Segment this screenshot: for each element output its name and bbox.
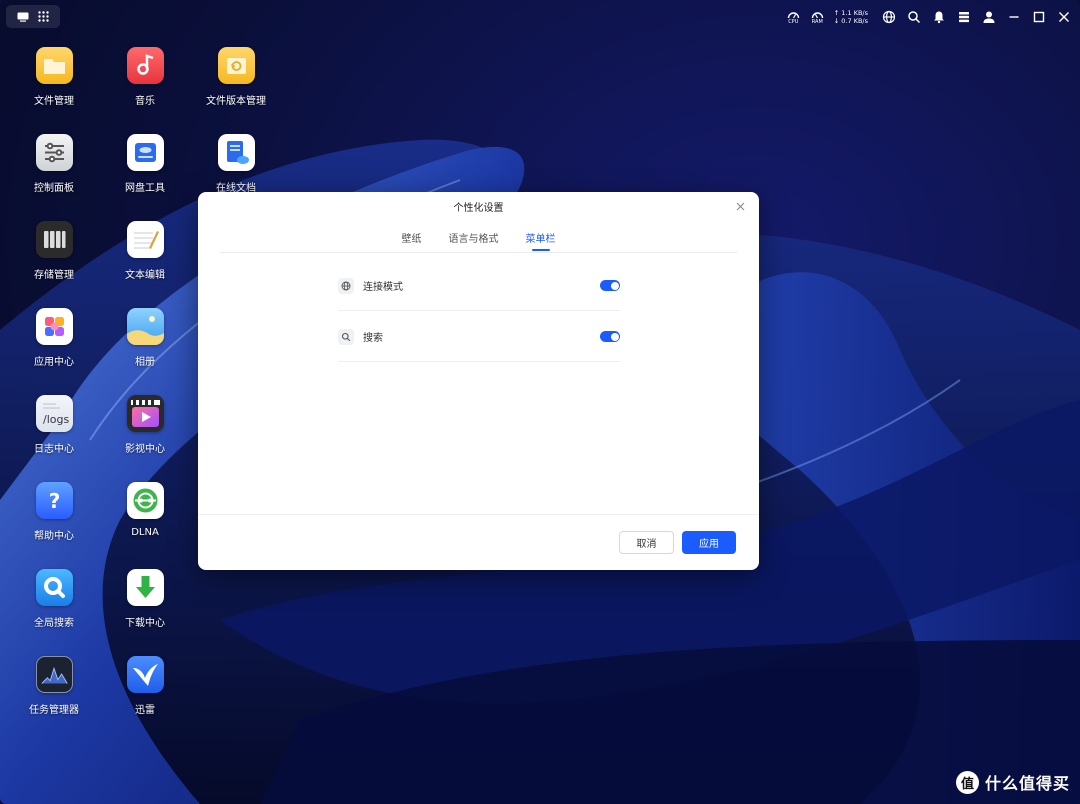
storage-icon bbox=[35, 221, 73, 258]
cpu-label: CPU bbox=[788, 18, 799, 25]
cpu-gauge-icon bbox=[787, 11, 799, 18]
bell-icon[interactable] bbox=[931, 9, 947, 25]
cancel-button[interactable]: 取消 bbox=[619, 531, 674, 554]
logs-icon-text: /logs bbox=[43, 413, 69, 426]
app-label: 文件管理 bbox=[34, 96, 74, 107]
dialog-tabs: 壁纸 语言与格式 菜单栏 bbox=[198, 230, 759, 252]
dialog-title: 个性化设置 bbox=[453, 202, 504, 214]
file-version-icon bbox=[217, 47, 255, 84]
tab-menu-bar[interactable]: 菜单栏 bbox=[526, 230, 556, 252]
online-doc-icon bbox=[217, 134, 255, 171]
user-icon[interactable] bbox=[981, 9, 997, 25]
thunder-icon bbox=[126, 656, 164, 693]
video-center-icon bbox=[126, 395, 164, 432]
app-label: 文件版本管理 bbox=[206, 96, 266, 107]
desktop-app-video-center[interactable]: 影视中心 bbox=[103, 395, 187, 455]
desktop-app-control-panel[interactable]: 控制面板 bbox=[12, 134, 96, 194]
app-label: 下载中心 bbox=[125, 618, 165, 629]
app-label: 应用中心 bbox=[34, 357, 74, 368]
app-label: 音乐 bbox=[135, 96, 155, 107]
help-icon-text: ? bbox=[48, 489, 60, 513]
ram-gauge-icon bbox=[811, 11, 823, 18]
photo-album-icon bbox=[126, 308, 164, 345]
tab-wallpaper[interactable]: 壁纸 bbox=[402, 230, 422, 252]
setting-label: 搜索 bbox=[363, 333, 383, 344]
maximize-icon[interactable] bbox=[1031, 9, 1047, 25]
text-editor-icon bbox=[126, 221, 164, 258]
desktop-app-online-doc[interactable]: 在线文档 bbox=[194, 134, 278, 194]
desktop-app-thunder[interactable]: 迅雷 bbox=[103, 656, 187, 716]
app-label: 控制面板 bbox=[34, 183, 74, 194]
control-panel-icon bbox=[35, 134, 73, 171]
ram-label: RAM bbox=[811, 18, 823, 25]
desktop-app-dlna[interactable]: DLNA bbox=[103, 482, 187, 538]
ram-meter[interactable]: RAM bbox=[810, 10, 825, 25]
setting-label: 连接模式 bbox=[363, 282, 403, 293]
system-tray: CPU RAM ↑ 1.1 KB/s ↓ 0.7 KB/s bbox=[786, 6, 1072, 28]
app-label: 任务管理器 bbox=[29, 705, 79, 716]
desktop-app-download-center[interactable]: 下载中心 bbox=[103, 569, 187, 629]
dialog-close-icon[interactable] bbox=[733, 199, 747, 213]
desktop-app-storage[interactable]: 存储管理 bbox=[12, 221, 96, 281]
app-label: 文本编辑 bbox=[125, 270, 165, 281]
desktop-app-app-center[interactable]: 应用中心 bbox=[12, 308, 96, 368]
help-icon: ? bbox=[35, 482, 73, 519]
task-manager-icon bbox=[35, 656, 73, 693]
close-window-icon[interactable] bbox=[1056, 9, 1072, 25]
desktop-app-music[interactable]: 音乐 bbox=[103, 47, 187, 107]
watermark: 值 什么值得买 bbox=[955, 770, 1070, 794]
desktop-app-file-version[interactable]: 文件版本管理 bbox=[194, 47, 278, 107]
search-icon bbox=[338, 328, 354, 345]
music-icon bbox=[126, 47, 164, 84]
app-label: 影视中心 bbox=[125, 444, 165, 455]
globe-icon[interactable] bbox=[881, 9, 897, 25]
desktop-app-logs[interactable]: /logs 日志中心 bbox=[12, 395, 96, 455]
desktop-app-cloud-drive[interactable]: 网盘工具 bbox=[103, 134, 187, 194]
cpu-meter[interactable]: CPU bbox=[786, 10, 801, 25]
search-toggle[interactable] bbox=[600, 331, 620, 342]
watermark-logo-icon: 值 bbox=[955, 770, 979, 794]
desktop-app-file-manager[interactable]: 文件管理 bbox=[12, 47, 96, 107]
desktop-app-photo-album[interactable]: 相册 bbox=[103, 308, 187, 368]
cloud-drive-icon bbox=[126, 134, 164, 171]
tabs-divider bbox=[220, 252, 737, 253]
globe-icon bbox=[338, 277, 354, 294]
app-label: 迅雷 bbox=[135, 705, 155, 716]
app-label: 日志中心 bbox=[34, 444, 74, 455]
connection-mode-toggle[interactable] bbox=[600, 280, 620, 291]
folder-icon bbox=[35, 47, 73, 84]
app-label: 全局搜索 bbox=[34, 618, 74, 629]
global-search-icon bbox=[35, 569, 73, 606]
network-speed[interactable]: ↑ 1.1 KB/s ↓ 0.7 KB/s bbox=[834, 9, 868, 25]
show-desktop-icon[interactable] bbox=[17, 7, 29, 26]
desktop-app-global-search[interactable]: 全局搜索 bbox=[12, 569, 96, 629]
setting-row-connection-mode: 连接模式 bbox=[338, 261, 620, 311]
desktop-app-help[interactable]: ? 帮助中心 bbox=[12, 482, 96, 542]
app-label: DLNA bbox=[131, 527, 159, 538]
download-icon bbox=[126, 569, 164, 606]
app-label: 相册 bbox=[135, 357, 155, 368]
search-icon[interactable] bbox=[906, 9, 922, 25]
dlna-icon bbox=[126, 482, 164, 519]
setting-row-search: 搜索 bbox=[338, 312, 620, 362]
app-label: 帮助中心 bbox=[34, 531, 74, 542]
app-grid-icon[interactable] bbox=[38, 7, 49, 26]
personalization-dialog: 个性化设置 壁纸 语言与格式 菜单栏 连接模式 搜索 取消 应用 bbox=[198, 192, 759, 570]
app-label: 存储管理 bbox=[34, 270, 74, 281]
taskbar-launcher bbox=[6, 5, 60, 28]
desktop: CPU RAM ↑ 1.1 KB/s ↓ 0.7 KB/s 文件管理 控制面板 … bbox=[0, 0, 1080, 804]
logs-icon: /logs bbox=[35, 395, 73, 432]
watermark-text: 什么值得买 bbox=[984, 774, 1070, 793]
net-upload: ↑ 1.1 KB/s bbox=[833, 9, 868, 17]
tab-language-format[interactable]: 语言与格式 bbox=[449, 230, 499, 252]
server-status-icon[interactable] bbox=[956, 9, 972, 25]
desktop-app-text-editor[interactable]: 文本编辑 bbox=[103, 221, 187, 281]
net-download: ↓ 0.7 KB/s bbox=[833, 17, 868, 25]
app-label: 网盘工具 bbox=[125, 183, 165, 194]
footer-divider bbox=[198, 514, 759, 515]
app-center-icon bbox=[35, 308, 73, 345]
apply-button[interactable]: 应用 bbox=[682, 531, 736, 554]
minimize-icon[interactable] bbox=[1006, 9, 1022, 25]
desktop-app-task-manager[interactable]: 任务管理器 bbox=[12, 656, 96, 716]
